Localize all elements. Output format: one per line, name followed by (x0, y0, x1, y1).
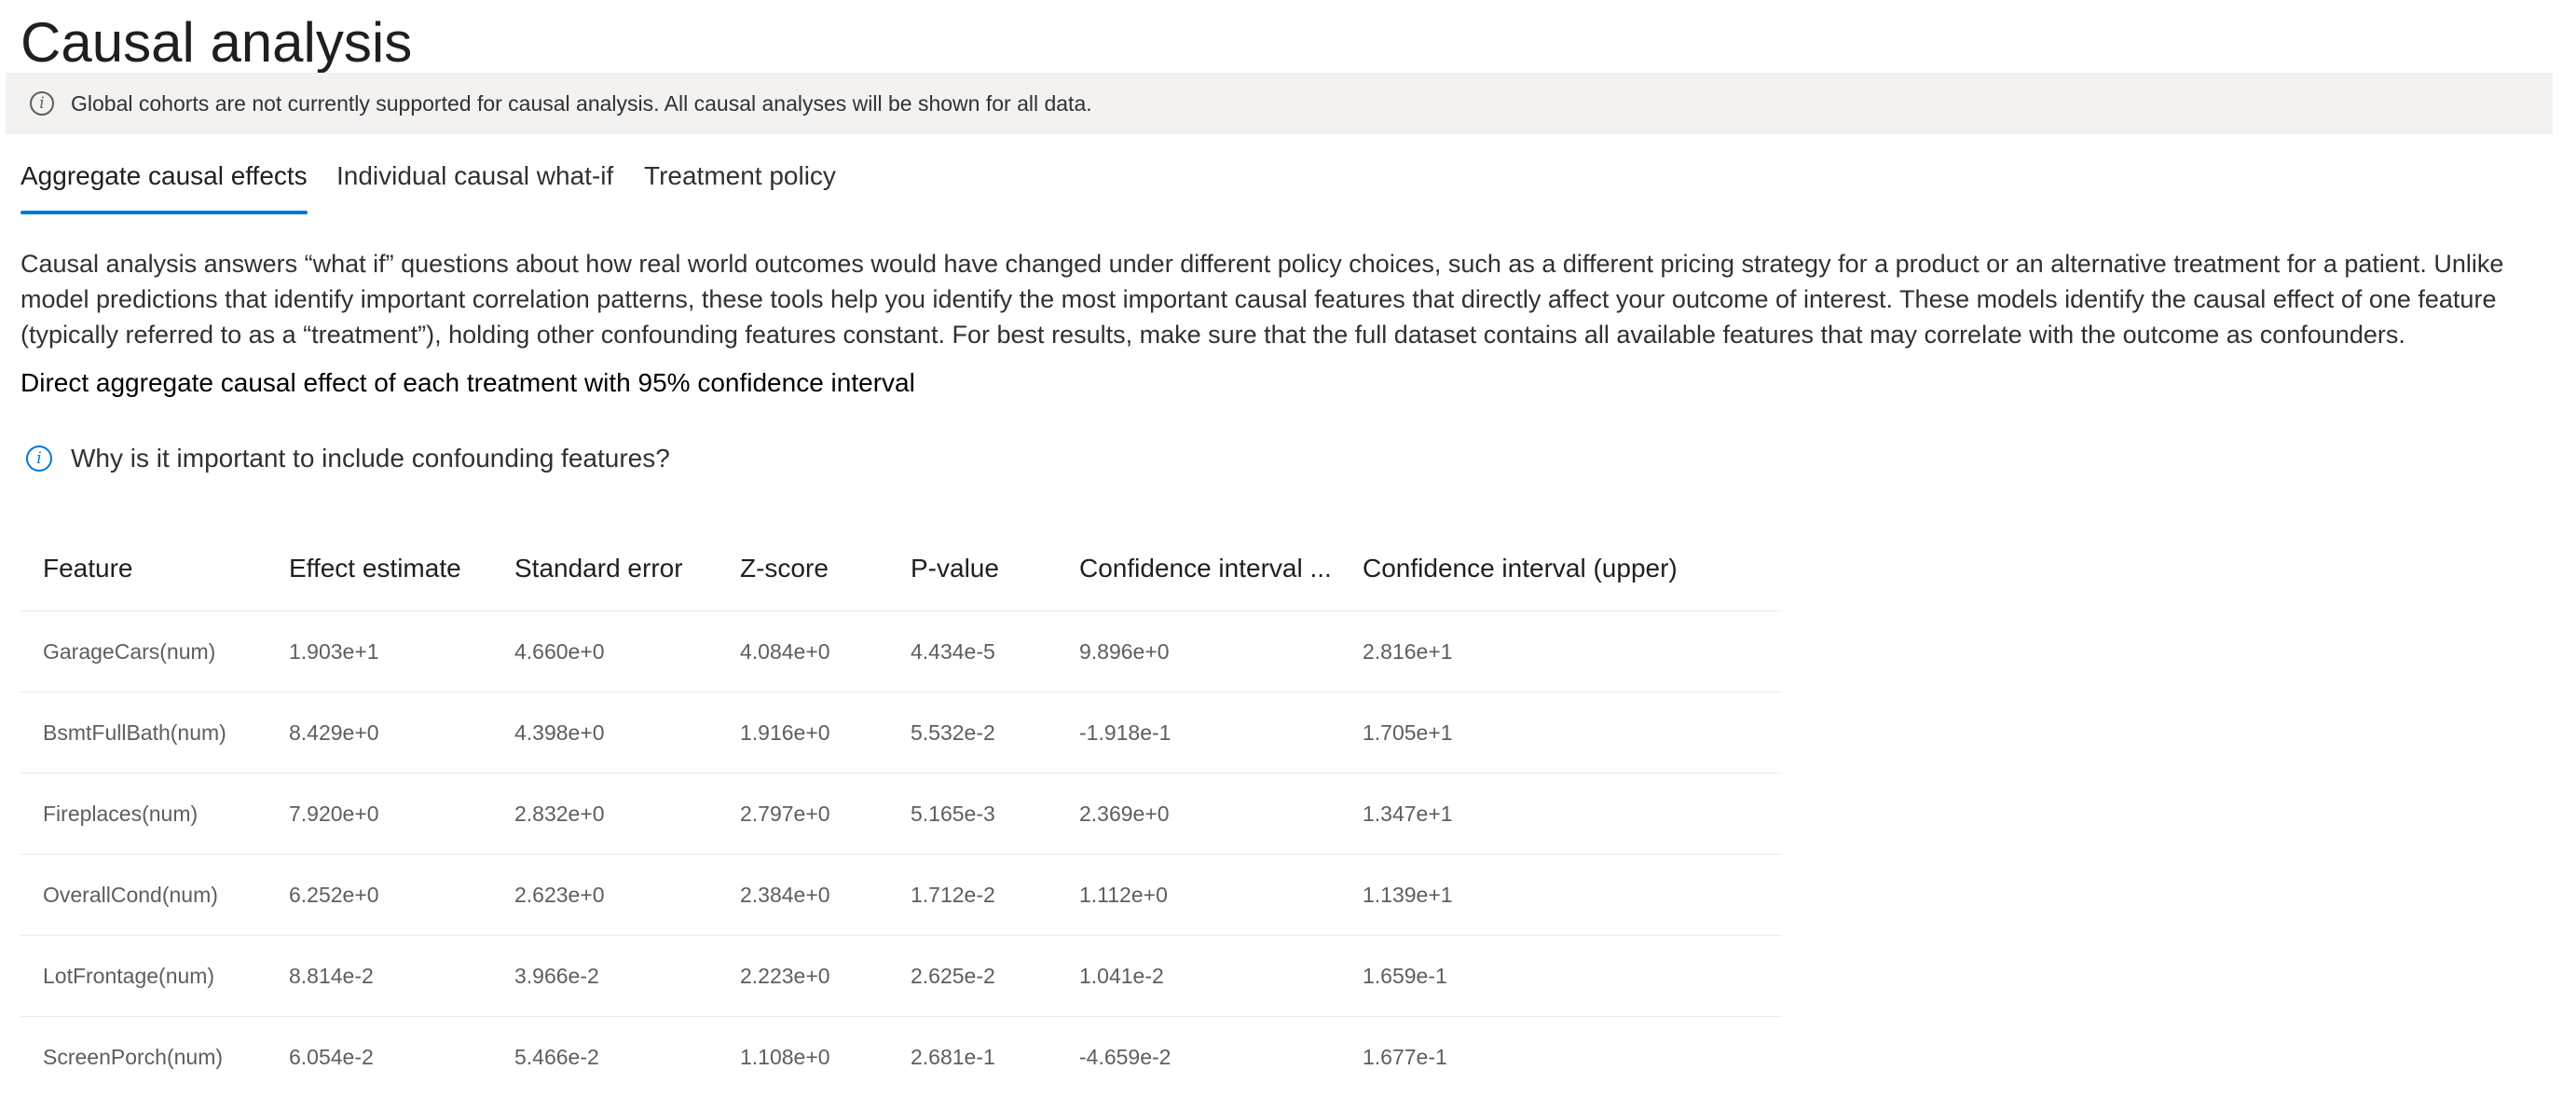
cell-z-score: 2.223e+0 (740, 964, 830, 988)
cell-z-score: 4.084e+0 (740, 639, 830, 664)
tab-individual-causal-what-if[interactable]: Individual causal what-if (336, 149, 613, 216)
section-heading: Direct aggregate causal effect of each t… (21, 368, 915, 397)
cell-ci-upper: 1.139e+1 (1363, 883, 1453, 907)
cell-ci-lower: 9.896e+0 (1079, 639, 1170, 664)
cell-ci-lower: -1.918e-1 (1079, 720, 1172, 745)
page-title: Causal analysis (21, 11, 413, 74)
cell-z-score: 2.384e+0 (740, 883, 830, 907)
cell-feature: BsmtFullBath(num) (43, 720, 226, 745)
cell-ci-lower: -4.659e-2 (1079, 1045, 1172, 1069)
confounding-features-info-button[interactable]: i Why is it important to include confoun… (26, 438, 670, 479)
cell-p-value: 2.681e-1 (911, 1045, 995, 1069)
cell-ci-upper: 1.659e-1 (1363, 964, 1447, 988)
table-row[interactable]: BsmtFullBath(num) 8.429e+0 4.398e+0 1.91… (21, 692, 1782, 774)
cell-z-score: 1.916e+0 (740, 720, 830, 745)
table-row[interactable]: LotFrontage(num) 8.814e-2 3.966e-2 2.223… (21, 936, 1782, 1017)
table-row[interactable]: GarageCars(num) 1.903e+1 4.660e+0 4.084e… (21, 611, 1782, 692)
column-header-z-score[interactable]: Z-score (740, 527, 829, 610)
table-row[interactable]: Fireplaces(num) 7.920e+0 2.832e+0 2.797e… (21, 774, 1782, 855)
column-header-feature[interactable]: Feature (43, 527, 133, 610)
cell-ci-upper: 2.816e+1 (1363, 639, 1453, 664)
info-icon: i (26, 446, 52, 472)
table-header-row: Feature Effect estimate Standard error Z… (21, 527, 1782, 611)
column-header-confidence-interval-upper[interactable]: Confidence interval (upper) (1363, 527, 1678, 610)
cell-ci-upper: 1.705e+1 (1363, 720, 1453, 745)
column-header-standard-error[interactable]: Standard error (514, 527, 683, 610)
tab-aggregate-causal-effects[interactable]: Aggregate causal effects (21, 149, 308, 216)
cell-ci-upper: 1.677e-1 (1363, 1045, 1447, 1069)
cell-effect-estimate: 8.429e+0 (289, 720, 379, 745)
causal-analysis-page: Causal analysis i Global cohorts are not… (0, 0, 2576, 1072)
info-icon: i (30, 91, 54, 116)
cell-ci-lower: 2.369e+0 (1079, 802, 1170, 826)
cell-feature: GarageCars(num) (43, 639, 216, 664)
cell-effect-estimate: 1.903e+1 (289, 639, 379, 664)
cell-p-value: 4.434e-5 (911, 639, 995, 664)
cell-p-value: 2.625e-2 (911, 964, 995, 988)
cell-standard-error: 5.466e-2 (514, 1045, 599, 1069)
cell-effect-estimate: 6.054e-2 (289, 1045, 374, 1069)
cell-z-score: 2.797e+0 (740, 802, 830, 826)
cell-effect-estimate: 7.920e+0 (289, 802, 379, 826)
info-message-bar: i Global cohorts are not currently suppo… (6, 73, 2553, 134)
cell-standard-error: 4.398e+0 (514, 720, 605, 745)
confounding-features-info-label: Why is it important to include confoundi… (71, 444, 670, 473)
cell-feature: LotFrontage(num) (43, 964, 215, 988)
cell-p-value: 1.712e-2 (911, 883, 995, 907)
cell-p-value: 5.532e-2 (911, 720, 995, 745)
tab-treatment-policy[interactable]: Treatment policy (644, 149, 836, 216)
cell-standard-error: 2.623e+0 (514, 883, 605, 907)
table-row[interactable]: ScreenPorch(num) 6.054e-2 5.466e-2 1.108… (21, 1017, 1782, 1097)
description-text: Causal analysis answers “what if” questi… (21, 250, 2504, 349)
cell-ci-lower: 1.041e-2 (1079, 964, 1164, 988)
cell-z-score: 1.108e+0 (740, 1045, 830, 1069)
cell-feature: Fireplaces(num) (43, 802, 199, 826)
cell-p-value: 5.165e-3 (911, 802, 995, 826)
cell-ci-upper: 1.347e+1 (1363, 802, 1453, 826)
table-row[interactable]: OverallCond(num) 6.252e+0 2.623e+0 2.384… (21, 855, 1782, 936)
cell-effect-estimate: 6.252e+0 (289, 883, 379, 907)
info-message-text: Global cohorts are not currently support… (71, 90, 1092, 116)
column-header-effect-estimate[interactable]: Effect estimate (289, 527, 461, 610)
causal-effects-table: Feature Effect estimate Standard error Z… (21, 527, 1782, 1097)
cell-standard-error: 4.660e+0 (514, 639, 605, 664)
column-header-p-value[interactable]: P-value (911, 527, 999, 610)
column-header-confidence-interval-lower[interactable]: Confidence interval ... (1079, 527, 1332, 610)
cell-standard-error: 3.966e-2 (514, 964, 599, 988)
cell-effect-estimate: 8.814e-2 (289, 964, 374, 988)
cell-feature: ScreenPorch(num) (43, 1045, 224, 1069)
cell-ci-lower: 1.112e+0 (1079, 883, 1168, 907)
cell-feature: OverallCond(num) (43, 883, 218, 907)
cell-standard-error: 2.832e+0 (514, 802, 605, 826)
